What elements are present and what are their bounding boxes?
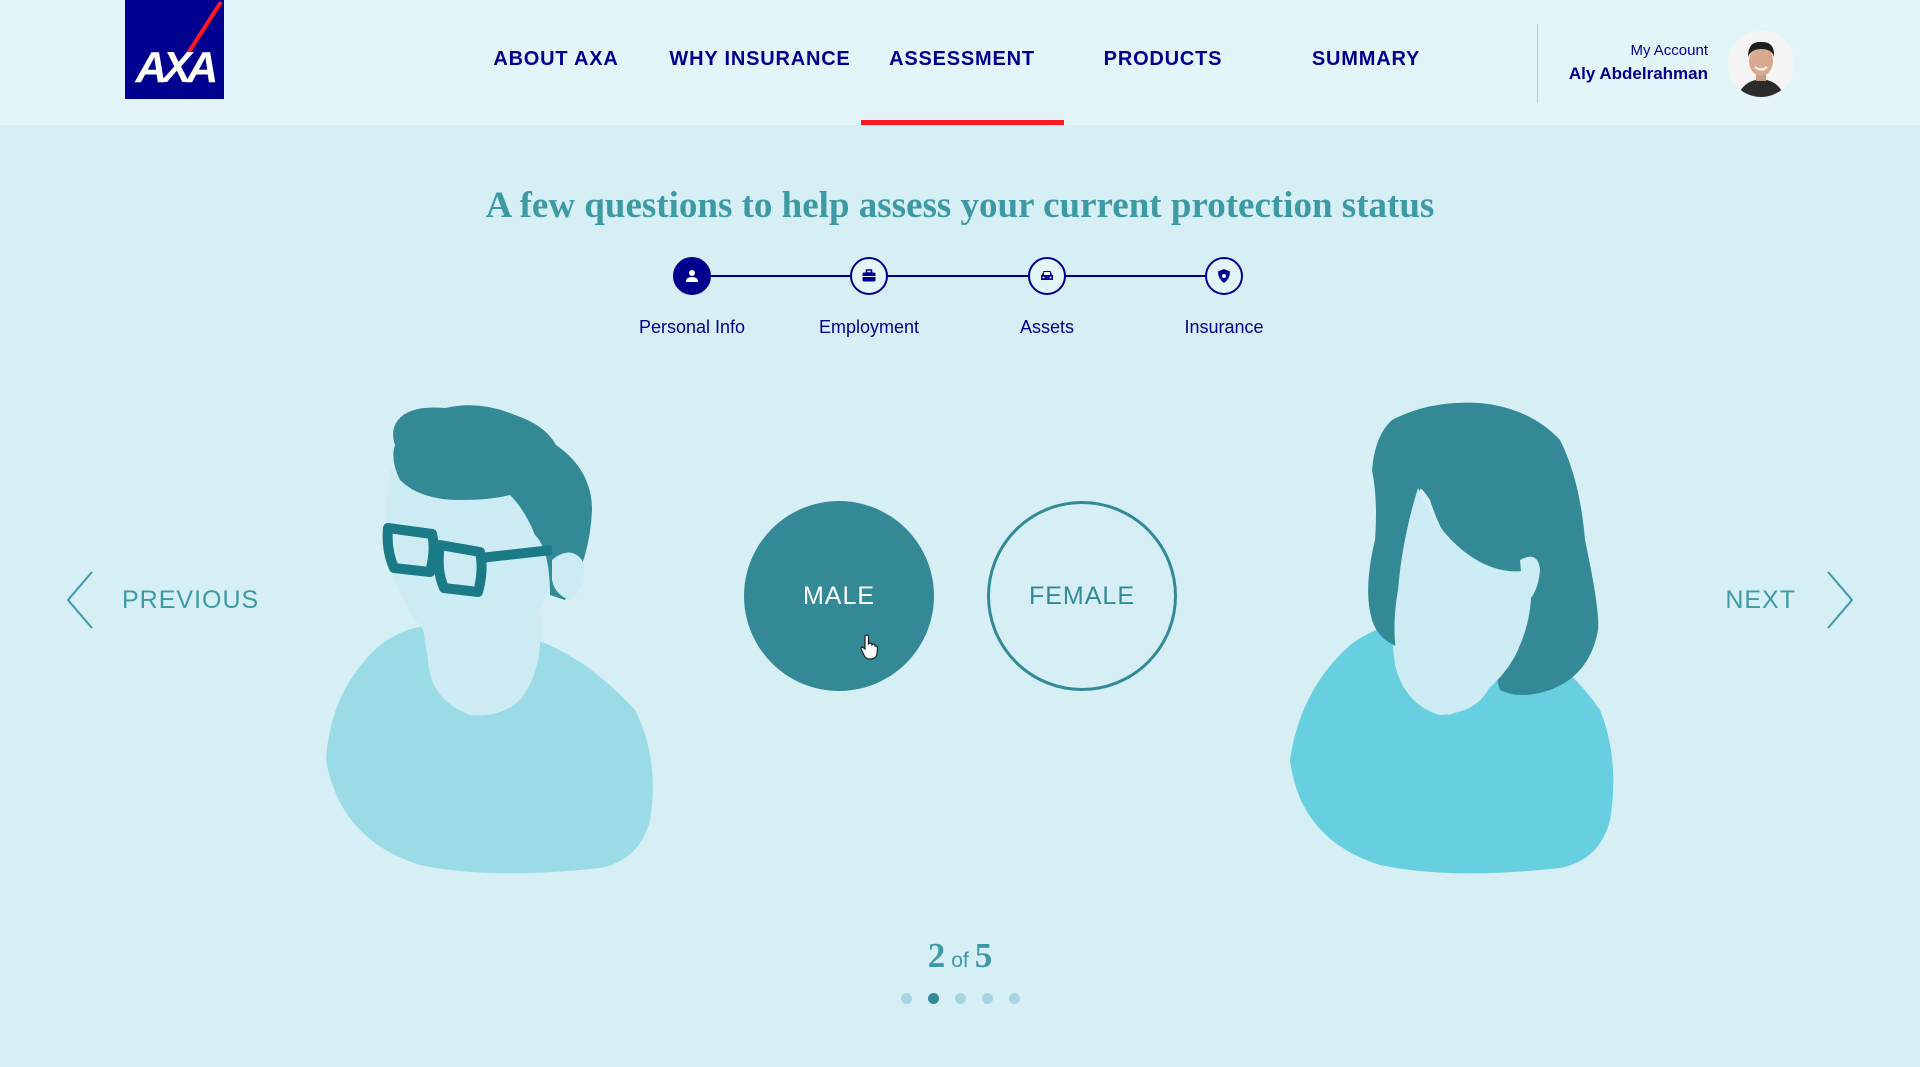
header-divider [1537, 24, 1538, 103]
user-photo-icon [1728, 31, 1794, 97]
previous-button[interactable]: PREVIOUS [66, 570, 259, 630]
next-label: NEXT [1725, 585, 1796, 614]
page-dot-2[interactable] [927, 993, 939, 1004]
page-counter: 2 of 5 [0, 936, 1920, 976]
logo-text: AXA [135, 43, 219, 92]
page-dot-3[interactable] [954, 993, 966, 1004]
avatar[interactable] [1728, 31, 1794, 97]
step-label-personal-info: Personal Info [638, 317, 746, 337]
previous-label: PREVIOUS [122, 585, 260, 614]
step-connector [692, 275, 869, 277]
active-nav-indicator [861, 120, 1064, 125]
step-employment[interactable] [850, 257, 888, 295]
chevron-left-icon [66, 571, 93, 629]
male-illustration [326, 405, 653, 874]
page-dot-5[interactable] [1008, 993, 1020, 1004]
axa-logo[interactable]: AXA [125, 0, 224, 99]
page-of-text: of [951, 949, 969, 972]
step-label-assets: Assets [1019, 317, 1075, 337]
step-insurance[interactable] [1205, 257, 1243, 295]
account-name: Aly Abdelrahman [1568, 64, 1708, 83]
step-personal-info[interactable] [673, 257, 711, 295]
step-label-employment: Employment [818, 317, 920, 337]
step-label-insurance: Insurance [1184, 317, 1264, 337]
car-icon [1041, 271, 1053, 280]
male-option-button[interactable]: MALE [744, 501, 934, 691]
page-dot-1[interactable] [900, 993, 912, 1004]
nav-assessment[interactable]: ASSESSMENT [889, 48, 1035, 71]
shield-icon [1218, 269, 1230, 283]
female-option-button[interactable]: FEMALE [987, 501, 1177, 691]
nav-about-axa[interactable]: ABOUT AXA [493, 48, 618, 71]
chevron-right-icon [1827, 571, 1854, 629]
hand-cursor-icon [860, 634, 878, 660]
step-assets[interactable] [1028, 257, 1066, 295]
progress-stepper: Personal Info Employment Assets Insuranc… [0, 255, 1920, 345]
total-pages: 5 [974, 936, 993, 975]
site-header: AXA ABOUT AXA WHY INSURANCE ASSESSMENT P… [0, 0, 1920, 125]
current-page: 2 [927, 936, 946, 975]
nav-why-insurance[interactable]: WHY INSURANCE [669, 48, 850, 71]
my-account-link[interactable]: My Account [1630, 42, 1708, 59]
briefcase-icon [862, 269, 876, 282]
pagination-dots [0, 993, 1920, 1004]
person-icon [686, 270, 698, 282]
page-title: A few questions to help assess your curr… [485, 185, 1435, 226]
step-connector [869, 275, 1047, 277]
nav-products[interactable]: PRODUCTS [1104, 48, 1223, 71]
nav-summary[interactable]: SUMMARY [1312, 48, 1420, 71]
next-button[interactable]: NEXT [1725, 570, 1854, 630]
female-illustration [1290, 402, 1614, 874]
page-dot-4[interactable] [981, 993, 993, 1004]
step-connector [1047, 275, 1224, 277]
